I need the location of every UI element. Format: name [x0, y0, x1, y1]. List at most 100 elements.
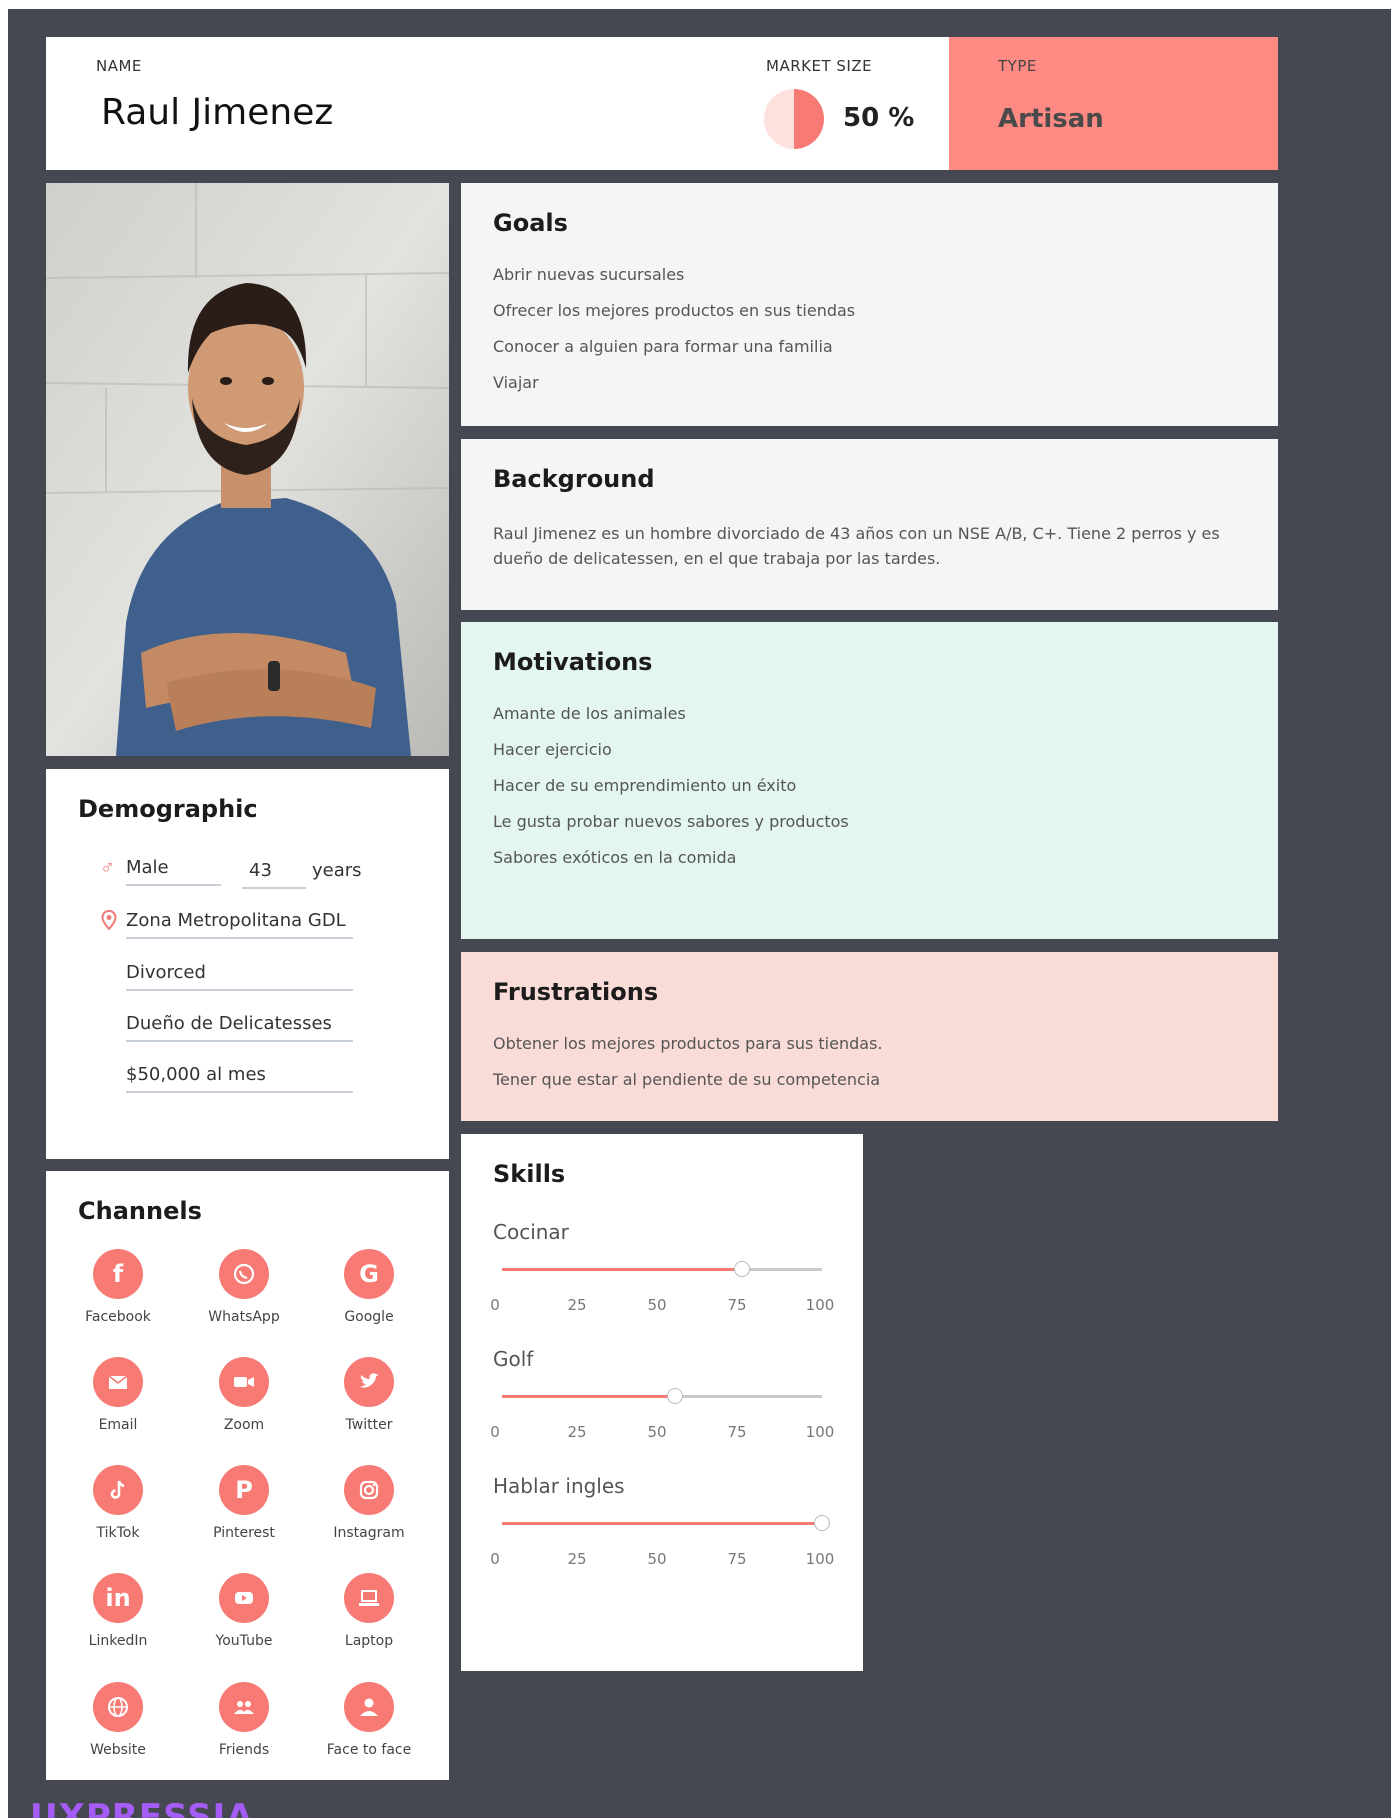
type-value[interactable]: Artisan — [998, 104, 1104, 134]
channel-laptop[interactable]: Laptop — [309, 1573, 429, 1649]
channel-youtube[interactable]: YouTube — [184, 1573, 304, 1649]
channel-instagram[interactable]: Instagram — [309, 1465, 429, 1541]
skill-slider-fill — [502, 1268, 742, 1271]
skill-cocinar: Cocinar 0 25 50 75 100 — [461, 1220, 863, 1340]
skill-slider-thumb[interactable] — [814, 1515, 830, 1531]
persona-photo[interactable] — [46, 183, 449, 756]
age-field[interactable]: 43 — [242, 860, 306, 889]
frustrations-title: Frustrations — [493, 978, 659, 1006]
gender-field[interactable]: Male — [126, 857, 221, 886]
skill-tick-label: 0 — [490, 1296, 500, 1314]
skill-name: Hablar ingles — [493, 1474, 625, 1498]
channel-zoom[interactable]: Zoom — [184, 1357, 304, 1433]
frustration-item[interactable]: Obtener los mejores productos para sus t… — [493, 1034, 883, 1070]
youtube-icon — [219, 1573, 269, 1623]
skills-title: Skills — [493, 1160, 566, 1188]
channel-label: Instagram — [333, 1525, 405, 1541]
skill-tick-label: 75 — [727, 1423, 747, 1441]
motivation-item[interactable]: Hacer ejercicio — [493, 740, 849, 776]
skill-tick-label: 50 — [647, 1423, 667, 1441]
background-card: Background Raul Jimenez es un hombre div… — [461, 439, 1278, 610]
skill-tick-label: 50 — [647, 1550, 667, 1568]
channel-label: Friends — [218, 1742, 270, 1758]
motivation-item[interactable]: Le gusta probar nuevos sabores y product… — [493, 812, 849, 848]
skill-slider-track[interactable] — [502, 1261, 822, 1277]
skill-slider-fill — [502, 1522, 822, 1525]
skill-slider-thumb[interactable] — [734, 1261, 750, 1277]
channels-card: Channels f Facebook WhatsApp G Google Email Zo… — [46, 1171, 449, 1780]
channel-whatsapp[interactable]: WhatsApp — [184, 1249, 304, 1325]
type-panel: TYPE Artisan — [949, 37, 1278, 170]
skill-tick-label: 50 — [647, 1296, 667, 1314]
skill-name: Golf — [493, 1347, 534, 1371]
goal-item[interactable]: Ofrecer los mejores productos en sus tie… — [493, 301, 855, 337]
skill-slider-fill — [502, 1395, 675, 1398]
channel-pinterest[interactable]: P Pinterest — [184, 1465, 304, 1541]
skill-tick-label: 100 — [805, 1550, 835, 1568]
skill-tick-label: 25 — [567, 1296, 587, 1314]
laptop-icon — [344, 1573, 394, 1623]
demographic-title: Demographic — [78, 795, 258, 823]
goal-item[interactable]: Viajar — [493, 373, 855, 409]
skill-tick-label: 25 — [567, 1423, 587, 1441]
tiktok-icon — [93, 1465, 143, 1515]
skills-card: Skills Cocinar 0 25 50 75 100 Golf 0 25 50 75 100 Ha… — [461, 1134, 863, 1671]
goals-list: Abrir nuevas sucursales Ofrecer los mejo… — [493, 265, 855, 409]
goals-card: Goals Abrir nuevas sucursales Ofrecer lo… — [461, 183, 1278, 426]
channel-friends[interactable]: Friends — [184, 1682, 304, 1758]
channel-label: TikTok — [96, 1525, 140, 1541]
skill-tick-label: 0 — [490, 1423, 500, 1441]
motivation-item[interactable]: Sabores exóticos en la comida — [493, 848, 849, 884]
person-icon — [344, 1682, 394, 1732]
background-text[interactable]: Raul Jimenez es un hombre divorciado de … — [493, 521, 1253, 571]
location-field[interactable]: Zona Metropolitana GDL — [126, 910, 353, 939]
channel-google[interactable]: G Google — [309, 1249, 429, 1325]
channel-tiktok[interactable]: TikTok — [58, 1465, 178, 1541]
market-size-pie — [764, 89, 824, 149]
instagram-icon — [344, 1465, 394, 1515]
motivation-item[interactable]: Hacer de su emprendimiento un éxito — [493, 776, 849, 812]
market-size-value: 50 % — [843, 103, 915, 133]
skill-tick-label: 0 — [490, 1550, 500, 1568]
market-size-label: MARKET SIZE — [766, 57, 873, 75]
header-panel: NAME Raul Jimenez MARKET SIZE 50 % — [46, 37, 949, 170]
skill-slider-track[interactable] — [502, 1515, 830, 1531]
skill-slider-track[interactable] — [502, 1388, 822, 1404]
name-label: NAME — [96, 57, 142, 75]
channel-label: Laptop — [344, 1633, 394, 1649]
motivation-item[interactable]: Amante de los animales — [493, 704, 849, 740]
motivations-title: Motivations — [493, 648, 653, 676]
channel-label: Face to face — [326, 1742, 412, 1758]
skill-slider-thumb[interactable] — [666, 1388, 683, 1404]
motivations-list: Amante de los animales Hacer ejercicio H… — [493, 704, 849, 884]
friends-icon — [219, 1682, 269, 1732]
type-label: TYPE — [998, 57, 1037, 75]
goal-item[interactable]: Abrir nuevas sucursales — [493, 265, 855, 301]
channel-facebook[interactable]: f Facebook — [58, 1249, 178, 1325]
channel-email[interactable]: Email — [58, 1357, 178, 1433]
channel-twitter[interactable]: Twitter — [309, 1357, 429, 1433]
income-field[interactable]: $50,000 al mes — [126, 1064, 353, 1093]
channel-face-to-face[interactable]: Face to face — [309, 1682, 429, 1758]
background-title: Background — [493, 465, 655, 493]
occupation-field[interactable]: Dueño de Delicatesses — [126, 1013, 353, 1042]
goal-item[interactable]: Conocer a alguien para formar una famili… — [493, 337, 855, 373]
persona-name[interactable]: Raul Jimenez — [101, 92, 333, 133]
pinterest-icon: P — [219, 1465, 269, 1515]
channel-website[interactable]: Website — [58, 1682, 178, 1758]
channel-label: WhatsApp — [208, 1309, 280, 1325]
channel-linkedin[interactable]: in LinkedIn — [58, 1573, 178, 1649]
whatsapp-icon — [219, 1249, 269, 1299]
skill-name: Cocinar — [493, 1220, 569, 1244]
globe-icon — [93, 1682, 143, 1732]
channel-label: Google — [344, 1309, 394, 1325]
channel-label: Facebook — [85, 1309, 151, 1325]
google-icon: G — [344, 1249, 394, 1299]
channel-label: Email — [98, 1417, 138, 1433]
frustration-item[interactable]: Tener que estar al pendiente de su compe… — [493, 1070, 883, 1106]
marital-status-field[interactable]: Divorced — [126, 962, 353, 991]
zoom-icon — [219, 1357, 269, 1407]
persona-canvas: NAME Raul Jimenez MARKET SIZE 50 % TYPE … — [8, 9, 1391, 1818]
demographic-card: Demographic ♂ Male 43 years Zona Metropo… — [46, 769, 449, 1159]
frustrations-list: Obtener los mejores productos para sus t… — [493, 1034, 883, 1106]
